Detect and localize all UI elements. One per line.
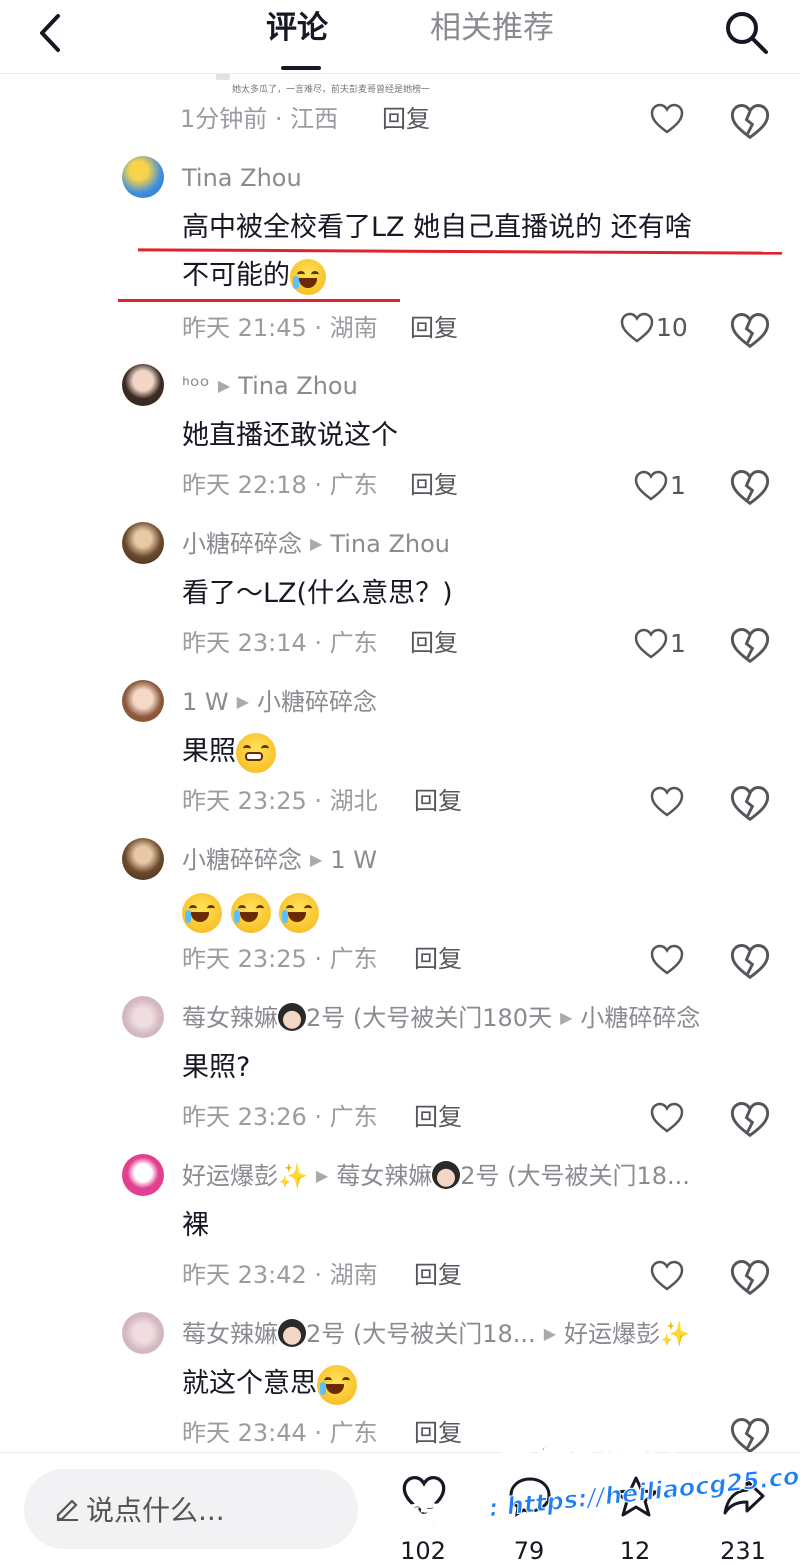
search-icon[interactable]	[720, 6, 772, 58]
avatar[interactable]	[122, 680, 164, 722]
comment-username[interactable]: Tina Zhou	[182, 162, 302, 194]
avatar[interactable]	[122, 1154, 164, 1196]
share-total: 231	[720, 1537, 766, 1565]
heart-icon	[650, 944, 684, 975]
tab-comments[interactable]: 评论	[266, 8, 328, 48]
active-tab-indicator	[281, 66, 321, 70]
avatar[interactable]	[122, 838, 164, 880]
comment-text: 就这个意思	[182, 1360, 762, 1408]
heart-icon	[650, 1260, 684, 1291]
avatar[interactable]	[122, 364, 164, 406]
top-bar: 评论 相关推荐	[0, 0, 800, 74]
reply-button[interactable]: 回复	[382, 103, 430, 135]
comment-emoji-row	[182, 888, 762, 936]
laughing-tears-emoji-icon	[317, 1364, 357, 1405]
girl-emoji-icon	[278, 1319, 306, 1347]
comment-username[interactable]: 莓女辣嫲 2号 (大号被关门18... ▶ 好运爆彭✨	[182, 1318, 690, 1350]
comment-total: 79	[513, 1537, 545, 1565]
like-count: 10	[656, 313, 688, 342]
preview-caption: 她太多瓜了，一言难尽，前夫彭麦哥曾经是她榜一	[232, 85, 431, 95]
comment-text: 她直播还敢说这个	[182, 420, 398, 451]
broken-heart-icon[interactable]	[730, 468, 770, 508]
heart-icon	[650, 786, 684, 817]
reply-button[interactable]: 回复	[414, 1259, 462, 1291]
reply-button[interactable]: 回复	[414, 785, 462, 817]
like-count: 1	[670, 471, 686, 500]
comment-text-line1: 高中被全校看了LZ 她自己直播说的 还有啥	[182, 212, 692, 243]
girl-emoji-icon	[278, 1003, 306, 1031]
comment-meta: 昨天 23:26 · 广东	[182, 1103, 378, 1131]
like-button[interactable]: 10	[620, 309, 720, 349]
comment-input-placeholder: 说点什么...	[86, 1494, 225, 1527]
heart-icon	[650, 1102, 684, 1133]
comment-username[interactable]: 好运爆彭✨ ▶ 莓女辣嫲 2号 (大号被关门18...	[182, 1160, 690, 1192]
comment-text: 裸	[182, 1210, 209, 1241]
broken-heart-icon[interactable]	[730, 1100, 770, 1140]
heart-icon	[650, 103, 684, 134]
broken-heart-icon[interactable]	[730, 1258, 770, 1298]
reply-arrow-icon: ▶	[217, 376, 231, 395]
reply-arrow-icon: ▶	[310, 534, 323, 553]
like-total: 102	[400, 1537, 446, 1565]
reply-button[interactable]: 回复	[414, 943, 462, 975]
reply-button[interactable]: 回复	[410, 312, 458, 344]
comment-meta: 1分钟前 · 江西	[180, 105, 339, 133]
comment-meta: 昨天 23:25 · 湖北	[182, 787, 378, 815]
girl-emoji-icon	[432, 1161, 461, 1189]
comment-text: 果照?	[182, 1052, 251, 1083]
reply-arrow-icon: ▶	[543, 1324, 556, 1343]
crying-laugh-emoji-icon	[182, 892, 222, 933]
comment-username[interactable]: ᑋᵒᵒ ▶ Tina Zhou	[182, 370, 358, 402]
avatar[interactable]	[122, 1312, 164, 1354]
sparkles-icon: ✨	[278, 1162, 308, 1190]
reply-button[interactable]: 回复	[414, 1417, 462, 1449]
broken-heart-icon[interactable]	[730, 626, 770, 666]
like-button[interactable]: 1	[634, 467, 734, 507]
favorite-total: 12	[619, 1537, 651, 1565]
comment-meta: 昨天 23:44 · 广东	[182, 1419, 378, 1447]
comment-username[interactable]: 1 W ▶ 小糖碎碎念	[182, 686, 377, 718]
grimace-sweat-emoji-icon	[236, 732, 276, 773]
reply-arrow-icon: ▶	[236, 692, 249, 711]
crying-laugh-emoji-icon	[290, 258, 326, 295]
reply-button[interactable]: 回复	[410, 627, 458, 659]
comment-username[interactable]: 小糖碎碎念 ▶ 1 W	[182, 844, 377, 876]
broken-heart-icon[interactable]	[730, 1416, 770, 1456]
reply-button[interactable]: 回复	[410, 469, 458, 501]
heart-icon	[620, 312, 654, 343]
avatar[interactable]	[122, 996, 164, 1038]
comment-text: 果照	[182, 728, 762, 776]
heart-icon	[634, 470, 668, 501]
like-count: 1	[670, 629, 686, 658]
broken-heart-icon[interactable]	[730, 102, 770, 142]
reply-arrow-icon: ▶	[560, 1008, 573, 1027]
comment-meta: 昨天 22:18 · 广东	[182, 471, 378, 499]
reply-arrow-icon: ▶	[315, 1166, 329, 1185]
crying-laugh-emoji-icon	[279, 892, 320, 933]
comment-username[interactable]: 小糖碎碎念 ▶ Tina Zhou	[182, 528, 450, 560]
heart-icon	[634, 628, 668, 659]
avatar[interactable]	[122, 156, 164, 198]
comment-text-line2: 不可能的	[182, 252, 382, 300]
avatar[interactable]	[122, 522, 164, 564]
comment-meta: 昨天 23:25 · 广东	[182, 945, 378, 973]
comment-meta: 昨天 23:42 · 湖南	[182, 1261, 378, 1289]
pencil-icon	[56, 1499, 78, 1521]
comment-username[interactable]: 莓女辣嫲 2号 (大号被关门180天 ▶ 小糖碎碎念	[182, 1002, 700, 1034]
like-button[interactable]: 1	[634, 625, 734, 665]
comment-meta: 昨天 23:14 · 广东	[182, 629, 378, 657]
broken-heart-icon[interactable]	[730, 311, 770, 351]
broken-heart-icon[interactable]	[730, 942, 770, 982]
comment-meta: 昨天 21:45 · 湖南	[182, 314, 378, 342]
broken-heart-icon[interactable]	[730, 784, 770, 824]
reply-button[interactable]: 回复	[414, 1101, 462, 1133]
sparkles-icon: ✨	[660, 1320, 690, 1348]
crying-laugh-emoji-icon	[230, 892, 271, 933]
comment-text: 看了～LZ(什么意思？)	[182, 578, 453, 609]
back-arrow-icon[interactable]	[28, 8, 78, 58]
highlight-underline	[118, 299, 400, 302]
reply-arrow-icon: ▶	[310, 850, 323, 869]
tab-related[interactable]: 相关推荐	[430, 8, 554, 48]
comment-input[interactable]: 说点什么...	[24, 1469, 358, 1549]
